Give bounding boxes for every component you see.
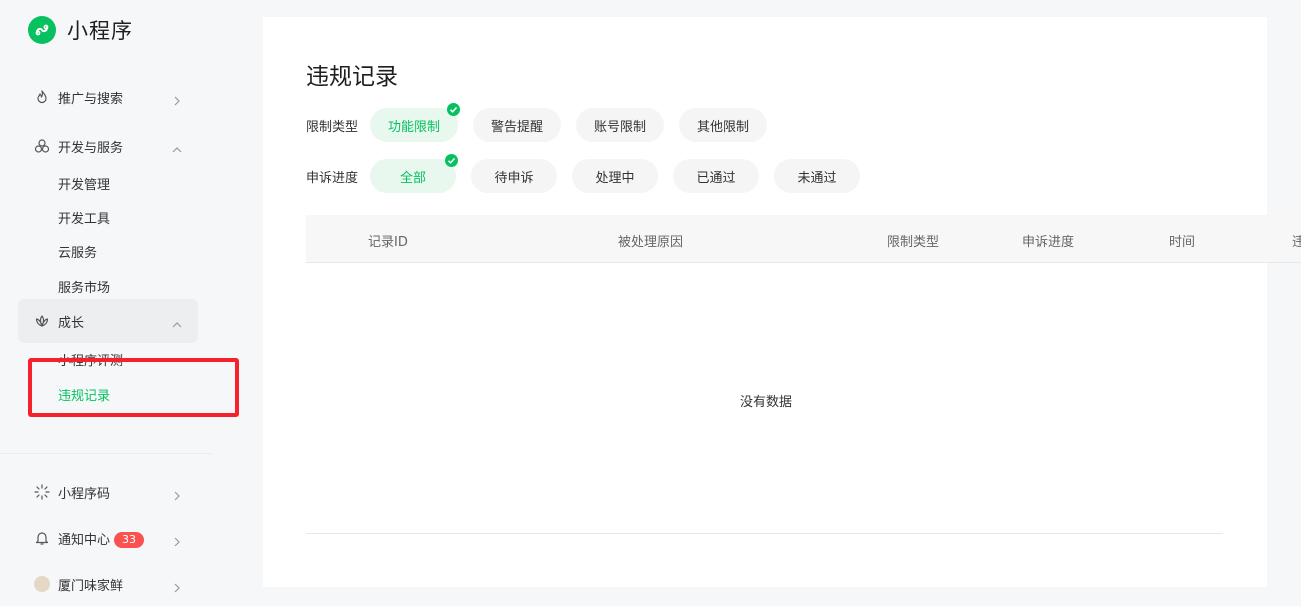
filter-chip-pending[interactable]: 待申诉: [471, 159, 557, 193]
violation-table: 记录ID 被处理原因 限制类型 申诉进度 时间 违: [306, 215, 1301, 263]
chevron-right-icon: [172, 91, 182, 106]
table-bottom-divider: [306, 533, 1223, 534]
check-icon: [447, 103, 461, 116]
sidebar-subitem-dev-tools[interactable]: 开发工具: [58, 208, 110, 227]
sidebar-item-promotion[interactable]: 推广与搜索: [18, 75, 198, 119]
chip-label: 账号限制: [594, 119, 647, 135]
sidebar-item-notifications[interactable]: 通知中心 33: [18, 516, 198, 560]
filter-chip-approved[interactable]: 已通过: [673, 159, 759, 193]
sidebar-item-mini-program-code[interactable]: 小程序码: [18, 470, 198, 514]
notification-count-badge: 33: [114, 531, 145, 548]
page-title: 违规记录: [306, 64, 398, 90]
filter-chip-all[interactable]: 全部: [370, 154, 458, 193]
column-header-time: 时间: [1169, 235, 1196, 250]
bell-icon: [34, 530, 50, 546]
column-header-truncated: 违: [1292, 235, 1301, 250]
app-title: 小程序: [67, 19, 133, 43]
chip-label: 警告提醒: [491, 119, 544, 135]
highlight-box: [28, 358, 239, 417]
sidebar-item-growth[interactable]: 成长: [18, 299, 198, 343]
main-panel: 违规记录 限制类型 功能限制 警告提醒 账号限制 其他限制 申诉进度 全部 待申…: [263, 17, 1301, 587]
sidebar-subitem-dev-management[interactable]: 开发管理: [58, 174, 110, 193]
sidebar-item-label: 通知中心: [58, 532, 111, 548]
table-header: 记录ID 被处理原因 限制类型 申诉进度 时间 违: [306, 215, 1301, 263]
sidebar-item-label: 小程序码: [58, 486, 111, 502]
sidebar-item-account[interactable]: 厦门味家鲜: [18, 562, 198, 606]
filter-label: 限制类型: [306, 119, 359, 135]
chip-label: 已通过: [696, 170, 736, 186]
filter-chip-processing[interactable]: 处理中: [572, 159, 658, 193]
chevron-right-icon: [172, 532, 182, 547]
sidebar-subitem-cloud-service[interactable]: 云服务: [58, 242, 97, 261]
app-logo[interactable]: 小程序: [28, 15, 133, 45]
sidebar-item-label-with-badge: 通知中心 33: [58, 529, 145, 548]
chip-label: 功能限制: [388, 119, 441, 135]
chip-label: 全部: [399, 170, 426, 186]
sun-icon: [34, 484, 50, 500]
column-header-appeal-progress: 申诉进度: [1022, 235, 1075, 250]
mini-program-logo-icon: [28, 16, 56, 44]
filter-chip-account-limit[interactable]: 账号限制: [576, 108, 665, 142]
account-name: 厦门味家鲜: [58, 578, 124, 594]
check-icon: [445, 154, 458, 167]
column-header-record-id: 记录ID: [368, 235, 408, 250]
lotus-icon: [34, 313, 50, 329]
sidebar-item-label: 推广与搜索: [58, 91, 124, 107]
avatar: [34, 576, 50, 592]
column-header-restriction-type: 限制类型: [887, 235, 940, 250]
column-header-reason: 被处理原因: [618, 235, 684, 250]
sidebar-item-dev-services[interactable]: 开发与服务: [18, 124, 198, 168]
appeal-progress-filter: 申诉进度 全部 待申诉 处理中 已通过 未通过: [306, 154, 875, 193]
filter-chip-warning[interactable]: 警告提醒: [473, 108, 562, 142]
empty-state-text: 没有数据: [740, 395, 793, 410]
filter-label: 申诉进度: [306, 170, 359, 186]
filter-chip-rejected[interactable]: 未通过: [774, 159, 860, 193]
sidebar-divider: [0, 453, 212, 454]
sidebar-item-label: 成长: [58, 315, 85, 331]
chevron-right-icon: [172, 486, 182, 501]
chip-label: 处理中: [595, 170, 635, 186]
cluster-icon: [34, 138, 50, 154]
chip-label: 其他限制: [697, 119, 750, 135]
chevron-up-icon: [172, 140, 182, 153]
sidebar: 小程序 推广与搜索 开发与服务 开发管理 开发工具 云服务 服务市场 成长 小程…: [0, 0, 239, 594]
restriction-type-filter: 限制类型 功能限制 警告提醒 账号限制 其他限制: [306, 103, 782, 142]
chip-label: 未通过: [797, 170, 837, 186]
chevron-up-icon: [172, 315, 182, 328]
filter-chip-function-limit[interactable]: 功能限制: [370, 103, 461, 142]
sidebar-item-label: 开发与服务: [58, 140, 124, 156]
sidebar-subitem-service-market[interactable]: 服务市场: [58, 277, 110, 296]
flame-icon: [34, 89, 50, 105]
filter-chip-other-limit[interactable]: 其他限制: [679, 108, 768, 142]
chip-label: 待申诉: [494, 170, 534, 186]
